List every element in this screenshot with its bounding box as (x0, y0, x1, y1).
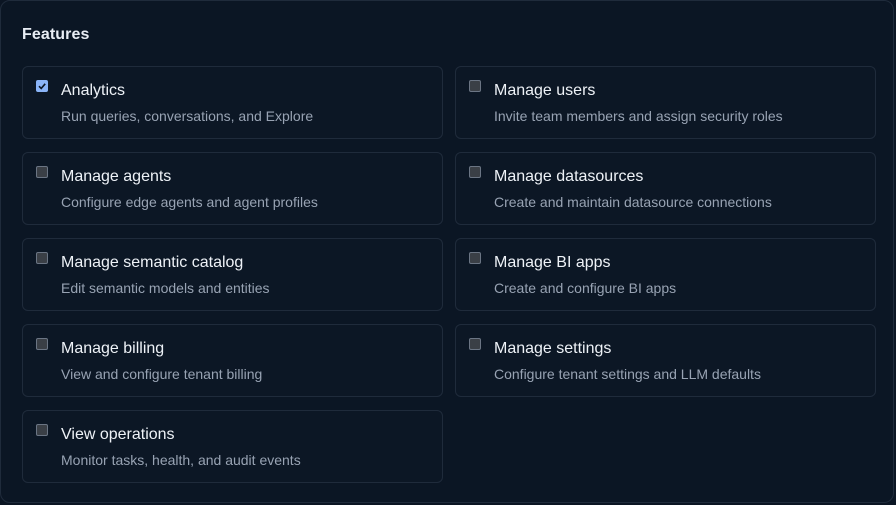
feature-description: Run queries, conversations, and Explore (61, 108, 314, 124)
feature-title: View operations (61, 426, 175, 443)
manage-settings-checkbox[interactable] (469, 338, 481, 350)
feature-card-manage-datasources[interactable]: Manage datasources Create and maintain d… (455, 152, 876, 225)
feature-description: Monitor tasks, health, and audit events (61, 452, 301, 468)
manage-users-checkbox[interactable] (469, 80, 481, 92)
features-panel: Features Analytics Run queries, conversa… (0, 0, 894, 503)
feature-card-view-operations[interactable]: View operations Monitor tasks, health, a… (22, 410, 443, 483)
feature-description: Invite team members and assign security … (494, 108, 783, 124)
feature-card-manage-billing[interactable]: Manage billing View and configure tenant… (22, 324, 443, 397)
manage-datasources-checkbox[interactable] (469, 166, 481, 178)
feature-description: Create and configure BI apps (494, 280, 677, 296)
manage-semantic-catalog-checkbox[interactable] (36, 252, 48, 264)
feature-title: Manage agents (61, 168, 172, 185)
check-icon (38, 83, 46, 90)
feature-card-manage-users[interactable]: Manage users Invite team members and ass… (455, 66, 876, 139)
feature-card-manage-settings[interactable]: Manage settings Configure tenant setting… (455, 324, 876, 397)
feature-description: View and configure tenant billing (61, 366, 263, 382)
feature-title: Manage semantic catalog (61, 254, 244, 271)
feature-card-manage-agents[interactable]: Manage agents Configure edge agents and … (22, 152, 443, 225)
feature-description: Configure tenant settings and LLM defaul… (494, 366, 761, 382)
analytics-checkbox[interactable] (36, 80, 48, 92)
feature-title: Manage users (494, 82, 596, 99)
feature-title: Manage BI apps (494, 254, 611, 271)
feature-card-manage-bi-apps[interactable]: Manage BI apps Create and configure BI a… (455, 238, 876, 311)
feature-title: Manage datasources (494, 168, 644, 185)
manage-billing-checkbox[interactable] (36, 338, 48, 350)
feature-title: Manage billing (61, 340, 165, 357)
manage-bi-apps-checkbox[interactable] (469, 252, 481, 264)
feature-description: Configure edge agents and agent profiles (61, 194, 318, 210)
feature-description: Edit semantic models and entities (61, 280, 270, 296)
panel-title: Features (22, 26, 90, 43)
view-operations-checkbox[interactable] (36, 424, 48, 436)
feature-card-manage-semantic-catalog[interactable]: Manage semantic catalog Edit semantic mo… (22, 238, 443, 311)
features-grid: Analytics Run queries, conversations, an… (22, 66, 876, 483)
manage-agents-checkbox[interactable] (36, 166, 48, 178)
feature-card-analytics[interactable]: Analytics Run queries, conversations, an… (22, 66, 443, 139)
feature-description: Create and maintain datasource connectio… (494, 194, 772, 210)
feature-title: Analytics (61, 82, 126, 99)
feature-title: Manage settings (494, 340, 612, 357)
